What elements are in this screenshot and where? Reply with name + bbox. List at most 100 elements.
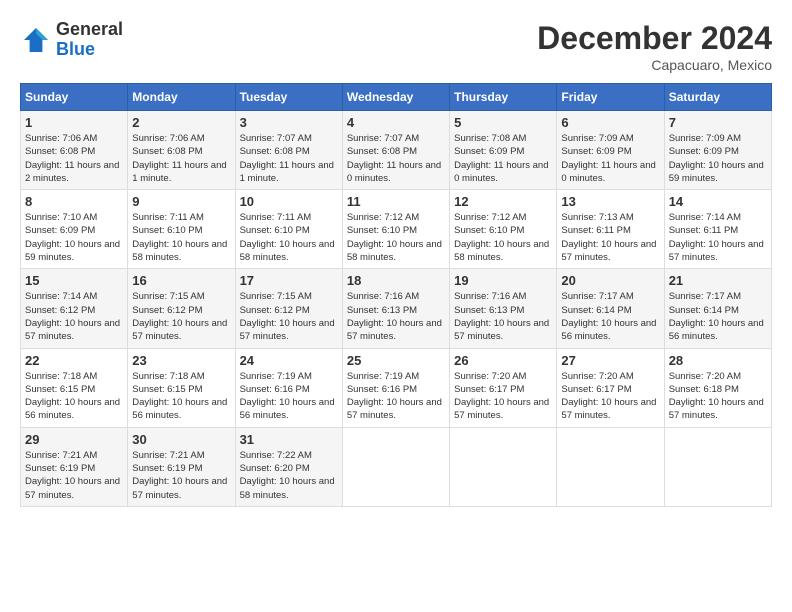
daylight-label: Daylight: 10 hours and 58 minutes. [454, 239, 549, 263]
daylight-label: Daylight: 10 hours and 58 minutes. [132, 239, 227, 263]
day-number: 10 [240, 194, 338, 209]
logo-icon [20, 24, 52, 56]
sunset-label: Sunset: 6:15 PM [132, 384, 202, 395]
daylight-label: Daylight: 10 hours and 56 minutes. [669, 318, 764, 342]
sunset-label: Sunset: 6:11 PM [561, 225, 631, 236]
sunrise-label: Sunrise: 7:17 AM [669, 291, 741, 302]
daylight-label: Daylight: 10 hours and 56 minutes. [561, 318, 656, 342]
sunset-label: Sunset: 6:13 PM [454, 305, 524, 316]
day-info: Sunrise: 7:06 AM Sunset: 6:08 PM Dayligh… [25, 132, 123, 185]
sunrise-label: Sunrise: 7:20 AM [669, 371, 741, 382]
calendar-cell: 21 Sunrise: 7:17 AM Sunset: 6:14 PM Dayl… [664, 269, 771, 348]
calendar-table: Sunday Monday Tuesday Wednesday Thursday… [20, 83, 772, 507]
sunset-label: Sunset: 6:16 PM [240, 384, 310, 395]
daylight-label: Daylight: 10 hours and 57 minutes. [561, 397, 656, 421]
day-number: 24 [240, 353, 338, 368]
sunrise-label: Sunrise: 7:16 AM [347, 291, 419, 302]
day-number: 12 [454, 194, 552, 209]
logo: General Blue [20, 20, 123, 60]
day-number: 7 [669, 115, 767, 130]
sunrise-label: Sunrise: 7:06 AM [25, 133, 97, 144]
day-info: Sunrise: 7:08 AM Sunset: 6:09 PM Dayligh… [454, 132, 552, 185]
day-info: Sunrise: 7:11 AM Sunset: 6:10 PM Dayligh… [240, 211, 338, 264]
calendar-cell: 3 Sunrise: 7:07 AM Sunset: 6:08 PM Dayli… [235, 111, 342, 190]
daylight-label: Daylight: 10 hours and 57 minutes. [454, 397, 549, 421]
calendar-week-row: 22 Sunrise: 7:18 AM Sunset: 6:15 PM Dayl… [21, 348, 772, 427]
daylight-label: Daylight: 10 hours and 58 minutes. [347, 239, 442, 263]
day-info: Sunrise: 7:19 AM Sunset: 6:16 PM Dayligh… [347, 370, 445, 423]
daylight-label: Daylight: 10 hours and 57 minutes. [669, 239, 764, 263]
day-number: 3 [240, 115, 338, 130]
daylight-label: Daylight: 10 hours and 57 minutes. [132, 476, 227, 500]
day-number: 4 [347, 115, 445, 130]
day-number: 28 [669, 353, 767, 368]
calendar-header-row: Sunday Monday Tuesday Wednesday Thursday… [21, 84, 772, 111]
calendar-cell: 7 Sunrise: 7:09 AM Sunset: 6:09 PM Dayli… [664, 111, 771, 190]
sunset-label: Sunset: 6:12 PM [25, 305, 95, 316]
day-number: 13 [561, 194, 659, 209]
sunset-label: Sunset: 6:09 PM [25, 225, 95, 236]
day-number: 16 [132, 273, 230, 288]
daylight-label: Daylight: 10 hours and 56 minutes. [25, 397, 120, 421]
sunrise-label: Sunrise: 7:09 AM [669, 133, 741, 144]
day-number: 15 [25, 273, 123, 288]
day-number: 6 [561, 115, 659, 130]
calendar-cell: 17 Sunrise: 7:15 AM Sunset: 6:12 PM Dayl… [235, 269, 342, 348]
calendar-cell: 19 Sunrise: 7:16 AM Sunset: 6:13 PM Dayl… [450, 269, 557, 348]
calendar-cell: 27 Sunrise: 7:20 AM Sunset: 6:17 PM Dayl… [557, 348, 664, 427]
sunset-label: Sunset: 6:20 PM [240, 463, 310, 474]
day-info: Sunrise: 7:18 AM Sunset: 6:15 PM Dayligh… [25, 370, 123, 423]
day-info: Sunrise: 7:12 AM Sunset: 6:10 PM Dayligh… [347, 211, 445, 264]
sunset-label: Sunset: 6:14 PM [669, 305, 739, 316]
sunrise-label: Sunrise: 7:09 AM [561, 133, 633, 144]
day-info: Sunrise: 7:14 AM Sunset: 6:11 PM Dayligh… [669, 211, 767, 264]
day-number: 17 [240, 273, 338, 288]
calendar-cell: 23 Sunrise: 7:18 AM Sunset: 6:15 PM Dayl… [128, 348, 235, 427]
sunset-label: Sunset: 6:13 PM [347, 305, 417, 316]
day-number: 19 [454, 273, 552, 288]
calendar-cell: 20 Sunrise: 7:17 AM Sunset: 6:14 PM Dayl… [557, 269, 664, 348]
col-tuesday: Tuesday [235, 84, 342, 111]
day-info: Sunrise: 7:07 AM Sunset: 6:08 PM Dayligh… [240, 132, 338, 185]
sunset-label: Sunset: 6:09 PM [669, 146, 739, 157]
day-number: 14 [669, 194, 767, 209]
sunrise-label: Sunrise: 7:11 AM [240, 212, 312, 223]
calendar-week-row: 8 Sunrise: 7:10 AM Sunset: 6:09 PM Dayli… [21, 190, 772, 269]
calendar-cell: 9 Sunrise: 7:11 AM Sunset: 6:10 PM Dayli… [128, 190, 235, 269]
calendar-title: December 2024 [537, 20, 772, 57]
calendar-cell: 28 Sunrise: 7:20 AM Sunset: 6:18 PM Dayl… [664, 348, 771, 427]
day-number: 26 [454, 353, 552, 368]
calendar-cell: 10 Sunrise: 7:11 AM Sunset: 6:10 PM Dayl… [235, 190, 342, 269]
calendar-week-row: 15 Sunrise: 7:14 AM Sunset: 6:12 PM Dayl… [21, 269, 772, 348]
sunrise-label: Sunrise: 7:12 AM [347, 212, 419, 223]
sunrise-label: Sunrise: 7:22 AM [240, 450, 312, 461]
sunrise-label: Sunrise: 7:16 AM [454, 291, 526, 302]
day-info: Sunrise: 7:20 AM Sunset: 6:17 PM Dayligh… [454, 370, 552, 423]
day-info: Sunrise: 7:06 AM Sunset: 6:08 PM Dayligh… [132, 132, 230, 185]
calendar-cell: 16 Sunrise: 7:15 AM Sunset: 6:12 PM Dayl… [128, 269, 235, 348]
calendar-cell: 13 Sunrise: 7:13 AM Sunset: 6:11 PM Dayl… [557, 190, 664, 269]
sunrise-label: Sunrise: 7:11 AM [132, 212, 204, 223]
daylight-label: Daylight: 11 hours and 0 minutes. [454, 160, 548, 184]
day-info: Sunrise: 7:07 AM Sunset: 6:08 PM Dayligh… [347, 132, 445, 185]
daylight-label: Daylight: 10 hours and 57 minutes. [669, 397, 764, 421]
sunrise-label: Sunrise: 7:19 AM [347, 371, 419, 382]
calendar-cell [664, 427, 771, 506]
sunset-label: Sunset: 6:16 PM [347, 384, 417, 395]
sunset-label: Sunset: 6:10 PM [132, 225, 202, 236]
sunrise-label: Sunrise: 7:21 AM [25, 450, 97, 461]
sunset-label: Sunset: 6:17 PM [561, 384, 631, 395]
day-number: 22 [25, 353, 123, 368]
sunset-label: Sunset: 6:12 PM [240, 305, 310, 316]
col-monday: Monday [128, 84, 235, 111]
day-info: Sunrise: 7:20 AM Sunset: 6:18 PM Dayligh… [669, 370, 767, 423]
daylight-label: Daylight: 10 hours and 57 minutes. [25, 318, 120, 342]
daylight-label: Daylight: 11 hours and 1 minute. [240, 160, 334, 184]
day-info: Sunrise: 7:21 AM Sunset: 6:19 PM Dayligh… [132, 449, 230, 502]
calendar-subtitle: Capacuaro, Mexico [537, 57, 772, 73]
day-info: Sunrise: 7:15 AM Sunset: 6:12 PM Dayligh… [240, 290, 338, 343]
calendar-cell: 24 Sunrise: 7:19 AM Sunset: 6:16 PM Dayl… [235, 348, 342, 427]
daylight-label: Daylight: 10 hours and 57 minutes. [132, 318, 227, 342]
sunset-label: Sunset: 6:19 PM [25, 463, 95, 474]
daylight-label: Daylight: 10 hours and 57 minutes. [25, 476, 120, 500]
